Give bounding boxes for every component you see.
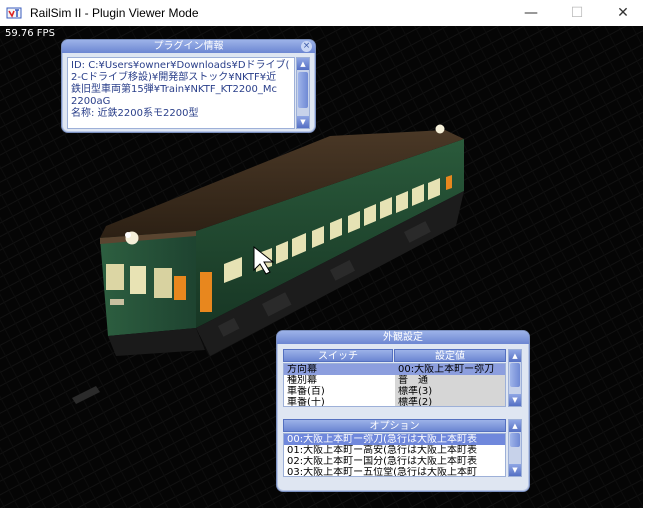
plugin-info-text: ID: C:¥Users¥owner¥Downloads¥Dドライブ( 2-Cド… xyxy=(67,57,295,129)
plugin-info-title: プラグイン情報 xyxy=(153,41,224,52)
appearance-header[interactable]: 外観設定 xyxy=(277,331,529,344)
plugin-info-close-icon[interactable]: × xyxy=(301,41,312,52)
options-list[interactable]: 00:大阪上本町ー弥刀(急行は大阪上本町表 01:大阪上本町ー高安(急行は大阪上… xyxy=(283,433,506,477)
maximize-button[interactable]: ☐ xyxy=(554,0,600,26)
appearance-settings-panel: 外観設定 スイッチ 設定値 方向幕 00:大阪上本町ー弥刀 種別幕 普 通 車番… xyxy=(276,330,530,492)
scroll-down-icon[interactable]: ▼ xyxy=(509,464,521,476)
3d-viewport[interactable]: 59.76 FPS プラグイン情報 × ID: C:¥Users¥owner¥D… xyxy=(0,26,643,508)
switch-value: 標準(3) xyxy=(395,386,505,397)
railsim-app-icon xyxy=(6,7,22,19)
info-line: 2200aG xyxy=(71,96,111,107)
option-item[interactable]: 03:大阪上本町ー五位堂(急行は大阪上本町 xyxy=(284,467,505,476)
scroll-up-icon[interactable]: ▲ xyxy=(509,350,521,362)
plugin-info-panel: プラグイン情報 × ID: C:¥Users¥owner¥Downloads¥D… xyxy=(61,39,316,133)
info-line: 鉄旧型車両第15弾¥Train¥NKTF_KT2200_Mc xyxy=(71,84,278,95)
switch-value: 00:大阪上本町ー弥刀 xyxy=(395,364,505,375)
scroll-down-icon[interactable]: ▼ xyxy=(509,394,521,406)
switch-name: 車番(百) xyxy=(287,386,325,397)
option-item[interactable]: 00:大阪上本町ー弥刀(急行は大阪上本町表 xyxy=(284,434,505,445)
fps-counter: 59.76 FPS xyxy=(5,28,55,39)
switch-name: 方向幕 xyxy=(287,364,317,375)
value-column-header[interactable]: 設定値 xyxy=(394,349,506,362)
close-button[interactable]: ✕ xyxy=(600,0,646,26)
switch-value: 標準(2) xyxy=(395,397,505,406)
switch-column-header[interactable]: スイッチ xyxy=(283,349,393,362)
title-bar[interactable]: RailSim II - Plugin Viewer Mode — ☐ ✕ xyxy=(0,0,646,26)
options-header[interactable]: オプション xyxy=(283,419,506,432)
switch-list-scrollbar[interactable]: ▲ ▼ xyxy=(508,349,522,407)
switch-name: 種別幕 xyxy=(287,375,317,386)
window-title: RailSim II - Plugin Viewer Mode xyxy=(30,6,199,20)
info-line: 2-Cドライブ移設)¥開発部ストック¥NKTF¥近 xyxy=(71,72,277,83)
scroll-up-icon[interactable]: ▲ xyxy=(509,420,521,432)
switch-name: 車番(十) xyxy=(287,397,325,407)
scroll-thumb[interactable] xyxy=(510,363,520,387)
plugin-info-scrollbar[interactable]: ▲ ▼ xyxy=(296,57,310,129)
scroll-thumb[interactable] xyxy=(510,433,520,447)
plugin-info-header[interactable]: プラグイン情報 × xyxy=(62,40,315,53)
info-line: ID: C:¥Users¥owner¥Downloads¥Dドライブ( xyxy=(71,60,290,71)
minimize-button[interactable]: — xyxy=(508,0,554,26)
options-list-scrollbar[interactable]: ▲ ▼ xyxy=(508,419,522,477)
switch-row[interactable]: 種別幕 普 通 xyxy=(284,375,505,386)
headlight-rear xyxy=(435,124,445,134)
switch-value: 普 通 xyxy=(395,375,505,386)
scroll-up-icon[interactable]: ▲ xyxy=(297,58,309,70)
switch-row[interactable]: 車番(百) 標準(3) xyxy=(284,386,505,397)
switch-row[interactable]: 方向幕 00:大阪上本町ー弥刀 xyxy=(284,364,505,375)
scroll-thumb[interactable] xyxy=(298,72,308,108)
switch-row[interactable]: 車番(十) 標準(2) xyxy=(284,397,505,407)
option-item[interactable]: 02:大阪上本町ー国分(急行は大阪上本町表 xyxy=(284,456,505,467)
scroll-down-icon[interactable]: ▼ xyxy=(297,116,309,128)
window-controls: — ☐ ✕ xyxy=(508,0,646,26)
switch-list[interactable]: 方向幕 00:大阪上本町ー弥刀 種別幕 普 通 車番(百) 標準(3) 車番(十… xyxy=(283,363,506,407)
option-item[interactable]: 01:大阪上本町ー高安(急行は大阪上本町表 xyxy=(284,445,505,456)
info-line: 名称: 近鉄2200系モ2200型 xyxy=(71,108,199,119)
appearance-title: 外観設定 xyxy=(383,332,423,343)
